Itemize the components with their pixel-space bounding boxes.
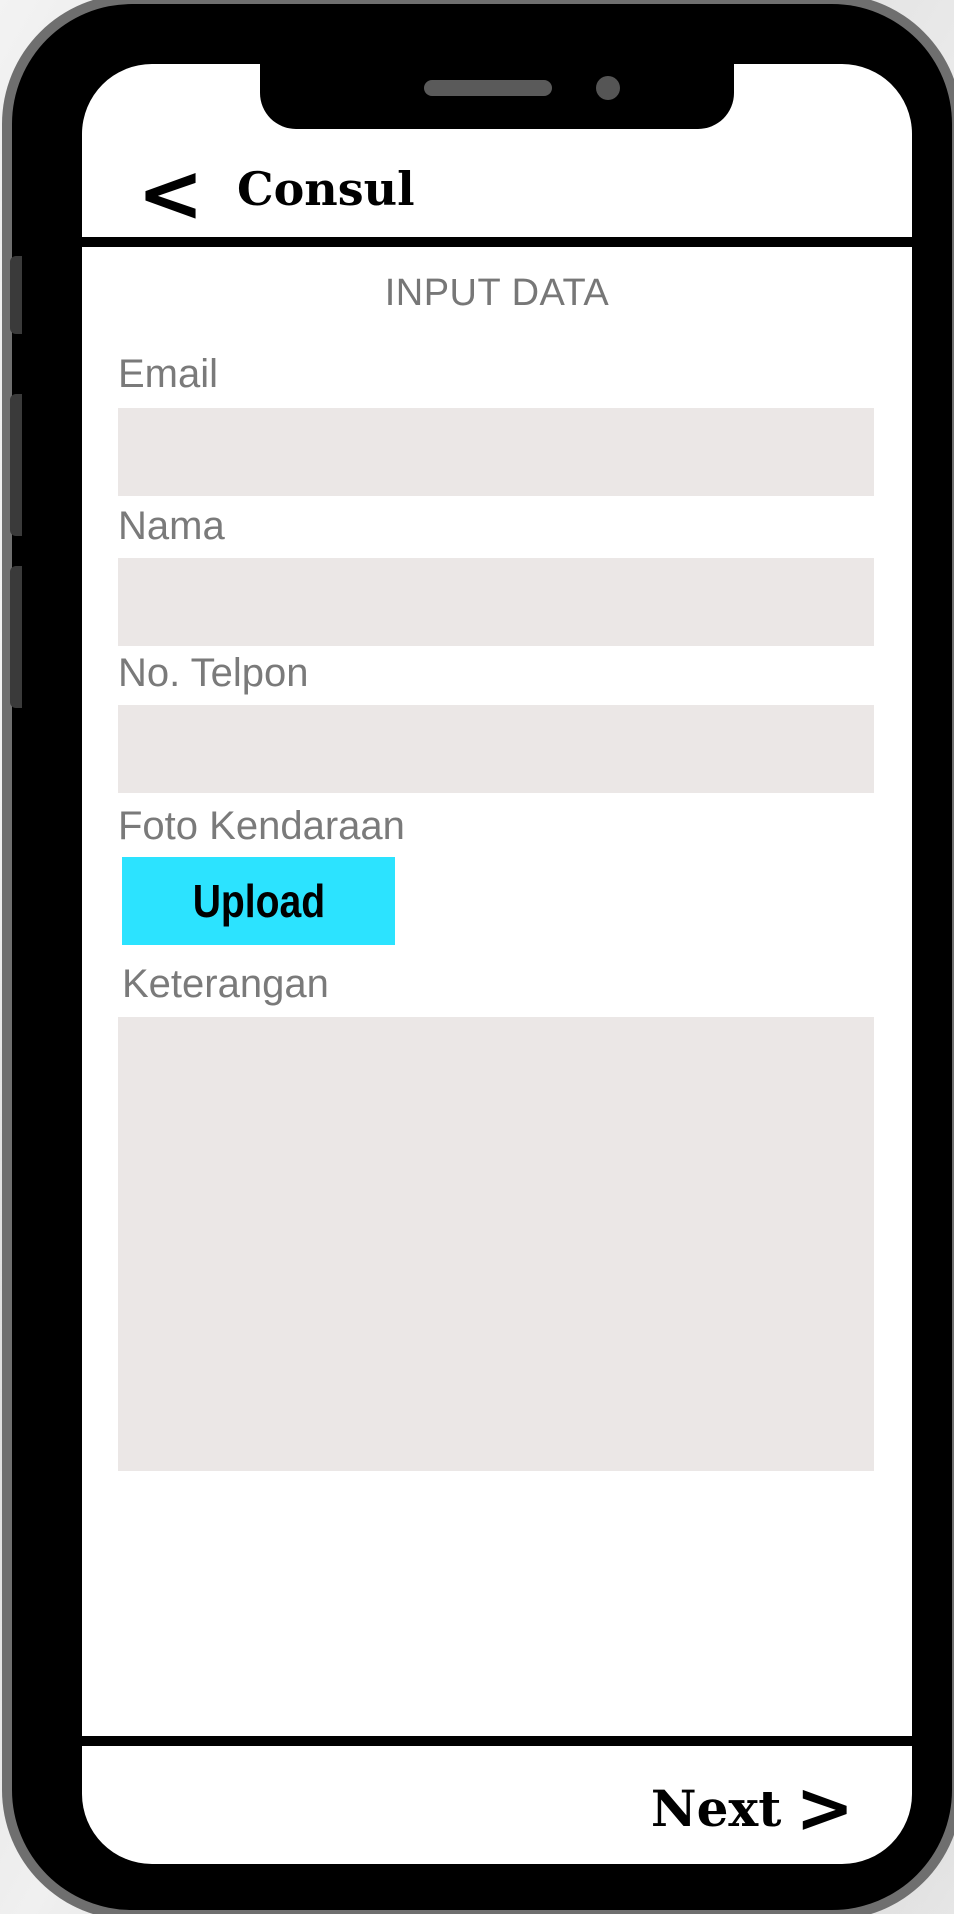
side-button-volume-down [10,566,22,708]
footer-divider [82,1736,912,1746]
header-divider [82,237,912,247]
speaker-grille [424,80,552,96]
telpon-field[interactable] [118,705,874,793]
email-label: Email [118,352,219,396]
upload-button[interactable]: Upload [122,857,395,945]
chevron-left-icon: < [137,147,205,240]
side-button-volume-up [10,394,22,536]
keterangan-textarea[interactable] [118,1017,874,1471]
nama-field[interactable] [118,558,874,646]
side-button-mute [10,256,22,334]
app-footer: Next > [82,1746,912,1864]
next-button[interactable]: Next > [651,1768,854,1848]
front-camera [596,76,620,100]
back-button[interactable]: < [137,144,204,244]
phone-frame: < Consul INPUT DATA Email Nama No. Telpo… [10,4,952,1910]
chevron-right-icon: > [795,1767,854,1849]
app-header: < Consul [82,144,912,249]
nama-label: Nama [118,504,225,548]
page-title: Consul [237,162,415,216]
notch [260,64,734,129]
app-screen: < Consul INPUT DATA Email Nama No. Telpo… [82,64,912,1864]
email-field[interactable] [118,408,874,496]
next-button-label: Next [650,1778,782,1838]
keterangan-label: Keterangan [122,962,329,1006]
section-title: INPUT DATA [384,272,610,314]
foto-kendaraan-label: Foto Kendaraan [118,804,405,848]
telpon-label: No. Telpon [118,651,309,695]
upload-button-label: Upload [192,875,325,927]
